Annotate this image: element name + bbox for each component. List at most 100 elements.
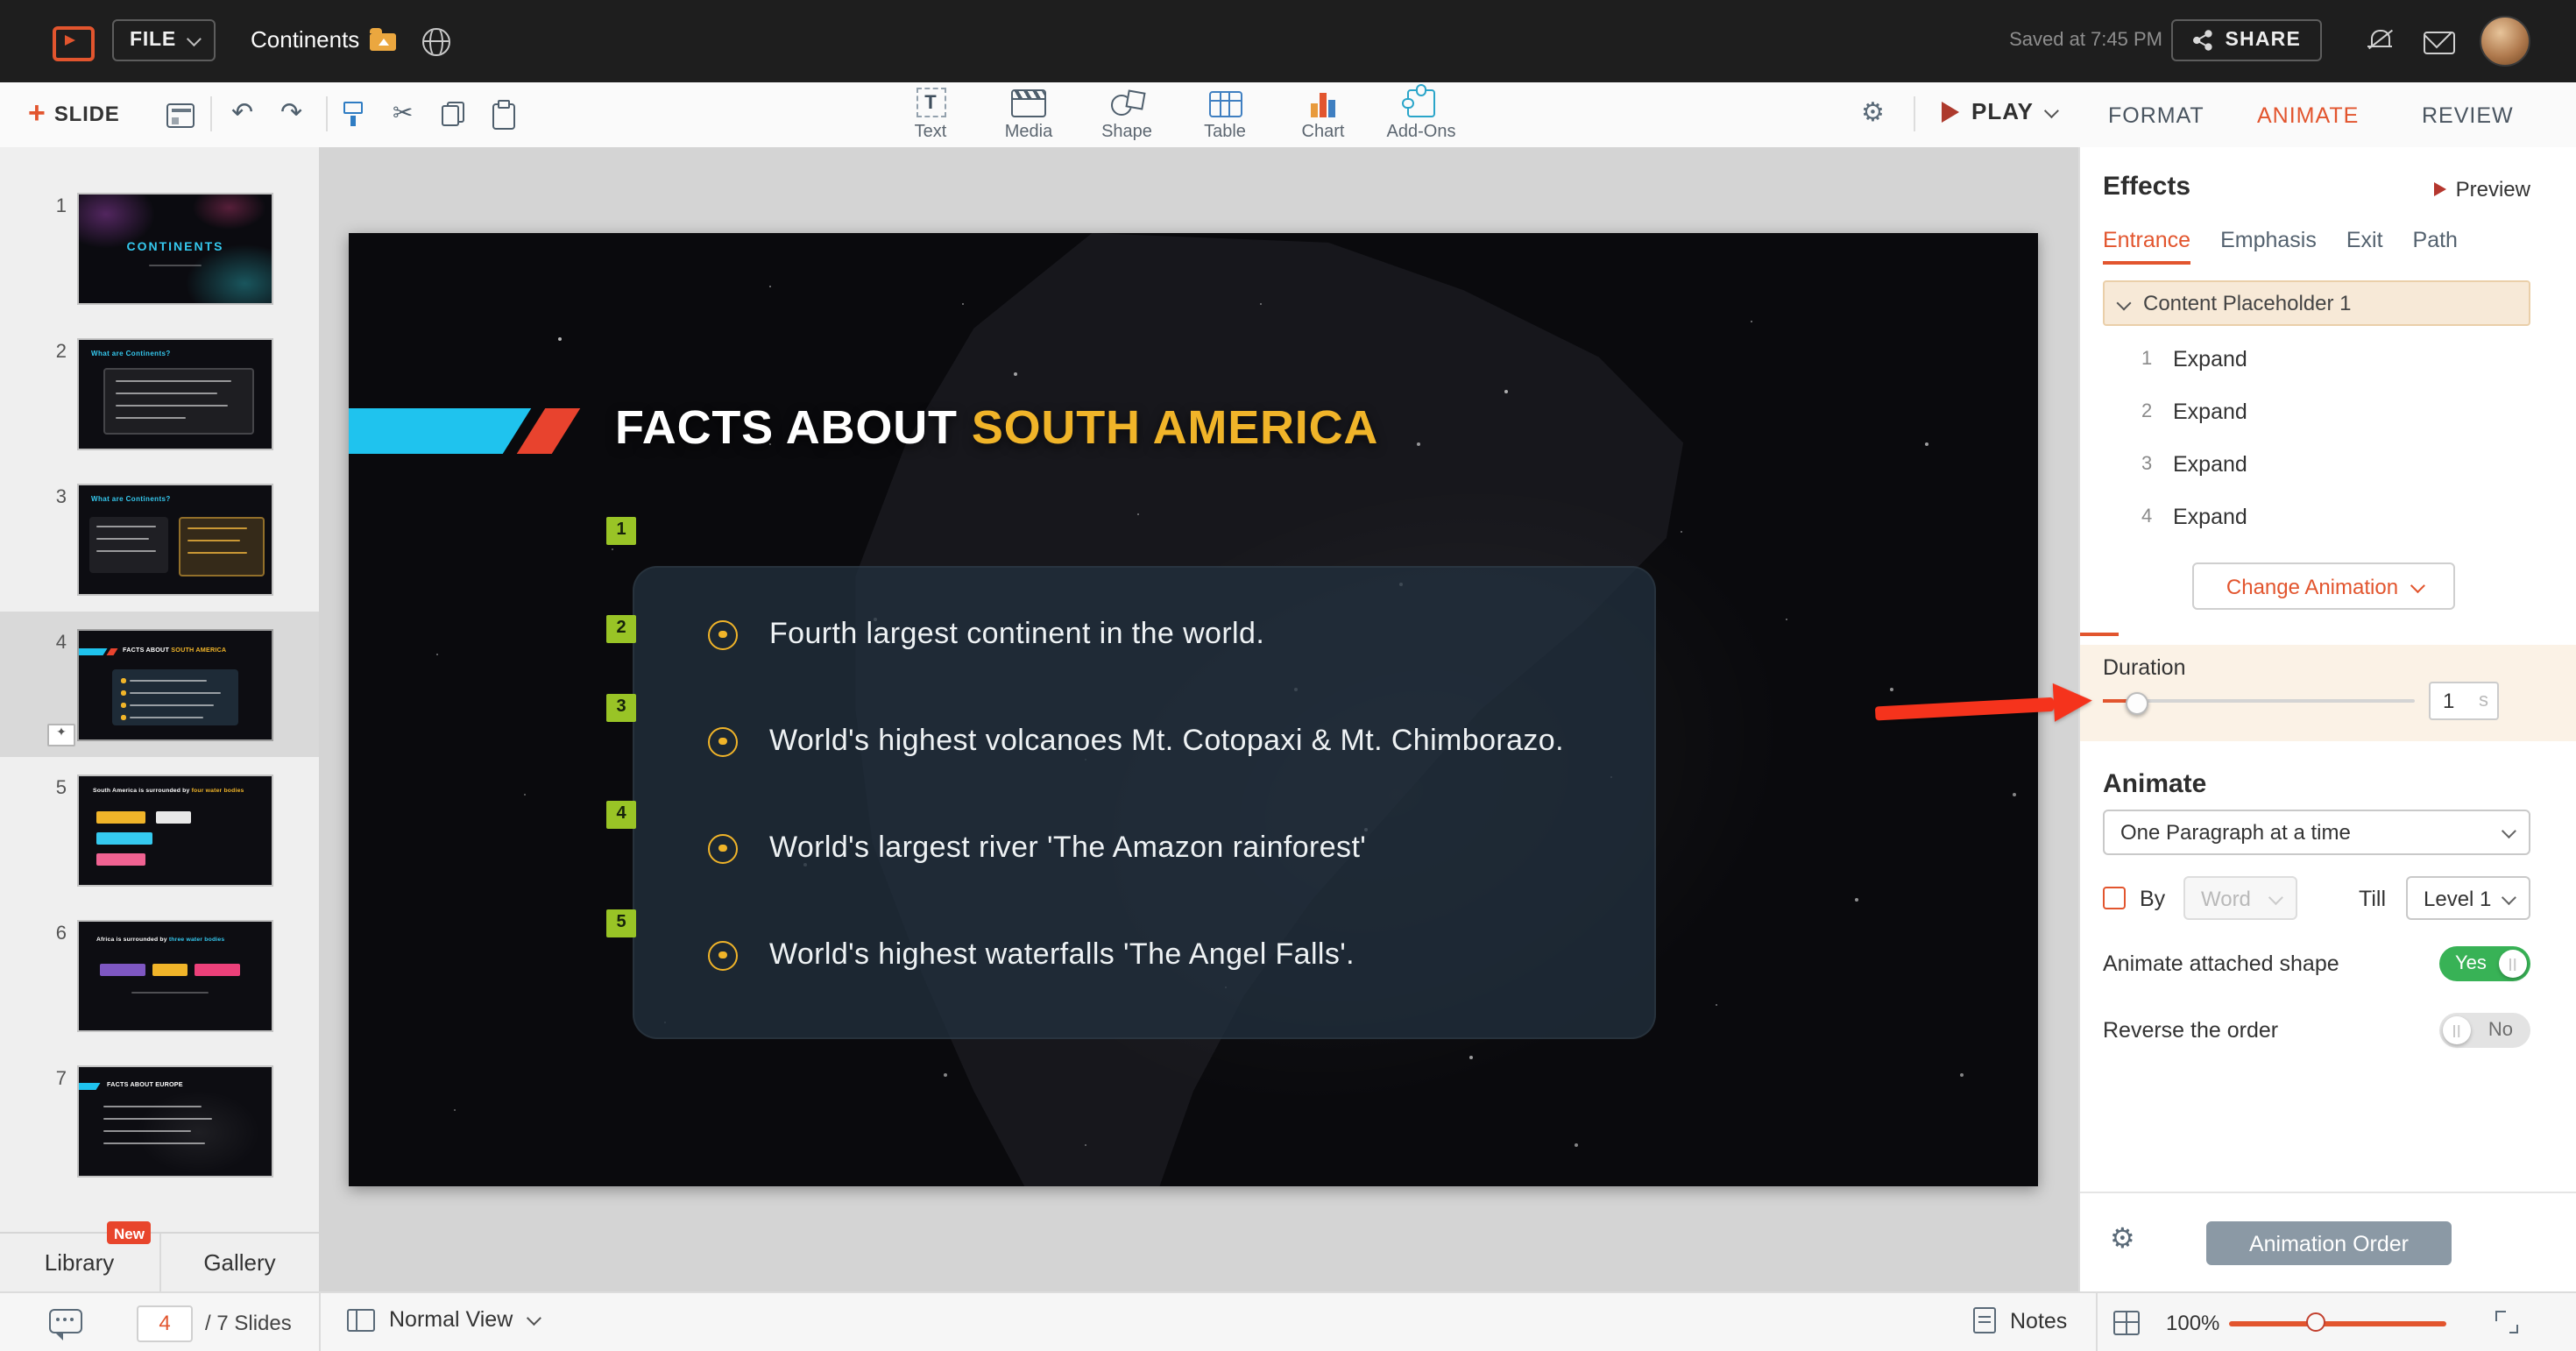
tab-animate[interactable]: ANIMATE: [2257, 103, 2359, 128]
tab-format[interactable]: FORMAT: [2108, 103, 2204, 128]
animation-name: Expand: [2173, 505, 2247, 529]
content-placeholder-group[interactable]: Content Placeholder 1: [2103, 280, 2530, 326]
paragraph-mode-select[interactable]: One Paragraph at a time: [2103, 810, 2530, 855]
slide-thumbnail[interactable]: South America is surrounded by four wate…: [77, 775, 273, 887]
redo-icon[interactable]: ↷: [280, 100, 302, 126]
share-label: SHARE: [2225, 30, 2301, 51]
bullet-item[interactable]: Fourth largest continent in the world.: [708, 613, 1264, 655]
animation-order-button[interactable]: Animation Order: [2206, 1221, 2452, 1265]
slide-thumbnail[interactable]: What are Continents?: [77, 484, 273, 596]
placeholder-label: Content Placeholder 1: [2143, 291, 2352, 315]
attached-shape-toggle[interactable]: Yes: [2439, 946, 2530, 981]
current-slide-input[interactable]: 4: [137, 1305, 193, 1342]
slide-thumbnail[interactable]: Africa is surrounded by three water bodi…: [77, 920, 273, 1032]
view-mode-select[interactable]: Normal View: [347, 1307, 541, 1332]
zoom-slider-handle[interactable]: [2306, 1312, 2325, 1332]
file-menu-button[interactable]: FILE: [112, 19, 216, 61]
notes-button[interactable]: Notes: [1973, 1307, 2067, 1333]
document-title[interactable]: Continents: [251, 26, 359, 53]
move-to-folder-icon[interactable]: [370, 28, 396, 51]
user-avatar[interactable]: [2480, 16, 2530, 67]
fit-to-screen-icon[interactable]: [2495, 1311, 2518, 1333]
effects-heading: Effects: [2103, 172, 2191, 202]
tab-path[interactable]: Path: [2413, 228, 2458, 265]
tab-exit[interactable]: Exit: [2346, 228, 2383, 265]
copy-icon[interactable]: [442, 102, 464, 126]
share-button[interactable]: SHARE: [2170, 19, 2322, 61]
slide-sorter-icon[interactable]: [2113, 1311, 2140, 1335]
new-badge: New: [107, 1221, 152, 1244]
slide-thumbnail[interactable]: FACTS ABOUT EUROPE: [77, 1065, 273, 1178]
notes-icon: [1973, 1307, 1996, 1333]
change-animation-button[interactable]: Change Animation: [2192, 562, 2455, 610]
gallery-tab[interactable]: Gallery: [159, 1234, 319, 1291]
announcements-icon[interactable]: [2367, 28, 2394, 53]
slide-thumbnail[interactable]: What are Continents?: [77, 338, 273, 450]
animation-order-badge-4[interactable]: 4: [606, 801, 636, 829]
preview-button[interactable]: Preview: [2434, 177, 2530, 202]
duration-slider-handle[interactable]: [2126, 691, 2148, 714]
animation-order-badge-1[interactable]: 1: [606, 517, 636, 545]
slide-thumbnail-row-3[interactable]: 3 What are Continents?: [0, 466, 319, 612]
undo-icon[interactable]: ↶: [231, 100, 253, 126]
animation-item-1[interactable]: 1 Expand: [2103, 333, 2530, 385]
slide-thumbnail-row-7[interactable]: 7 FACTS ABOUT EUROPE: [0, 1048, 319, 1193]
chat-feedback-icon[interactable]: [49, 1309, 82, 1340]
animation-order-badge-2[interactable]: 2: [606, 615, 636, 643]
duration-input[interactable]: 1 s: [2429, 682, 2499, 720]
till-level-select[interactable]: Level 1: [2406, 876, 2530, 920]
bullet-item[interactable]: World's largest river 'The Amazon rainfo…: [708, 827, 1366, 869]
paste-icon[interactable]: [492, 100, 515, 130]
slide-thumbnail[interactable]: FACTS ABOUT SOUTH AMERICA: [77, 629, 273, 741]
slide-thumbnail-row-6[interactable]: 6 Africa is surrounded by three water bo…: [0, 902, 319, 1048]
zoom-slider[interactable]: [2229, 1321, 2446, 1326]
reverse-order-toggle[interactable]: No: [2439, 1013, 2530, 1048]
text-icon: T: [916, 88, 945, 117]
new-slide-button[interactable]: + SLIDE: [28, 98, 120, 128]
library-tab[interactable]: Library New: [0, 1221, 159, 1291]
by-unit-select-disabled[interactable]: Word: [2183, 876, 2297, 920]
slide-thumbnail-row-1[interactable]: 1 CONTINENTS: [0, 175, 319, 321]
tab-review[interactable]: REVIEW: [2422, 103, 2514, 128]
insert-shape-button[interactable]: Shape: [1085, 88, 1169, 142]
animation-order-badge-3[interactable]: 3: [606, 694, 636, 722]
toggle-value: Yes: [2455, 952, 2487, 973]
animation-indicator-badge[interactable]: ✦: [47, 724, 75, 746]
slide-number: 5: [55, 778, 67, 799]
slide-layout-icon[interactable]: [166, 103, 195, 128]
duration-slider[interactable]: [2103, 691, 2415, 714]
chevron-down-icon: [2501, 889, 2516, 905]
insert-media-button[interactable]: Media: [987, 88, 1071, 142]
app-logo-icon[interactable]: [53, 26, 95, 61]
slide-editor[interactable]: FACTS ABOUT SOUTH AMERICA 1 2 3 4 5 Fourt…: [349, 233, 2038, 1186]
bullet-target-icon: [708, 940, 738, 970]
tab-entrance[interactable]: Entrance: [2103, 228, 2191, 265]
slide-title[interactable]: FACTS ABOUT SOUTH AMERICA: [615, 401, 1378, 456]
feedback-icon[interactable]: [2424, 32, 2455, 54]
animation-order-badge-5[interactable]: 5: [606, 909, 636, 937]
top-bar: FILE Continents Saved at 7:45 PM SHARE: [0, 0, 2576, 82]
slide-thumbnail-row-5[interactable]: 5 South America is surrounded by four wa…: [0, 757, 319, 902]
slide-thumbnail-row-4-selected[interactable]: 4 FACTS ABOUT SOUTH AMERICA ✦: [0, 612, 319, 757]
bullet-item[interactable]: World's highest volcanoes Mt. Cotopaxi &…: [708, 720, 1564, 762]
animation-item-4[interactable]: 4 Expand: [2103, 491, 2530, 543]
media-icon: [1011, 89, 1046, 117]
settings-gear-icon[interactable]: ⚙: [1861, 96, 1885, 128]
play-button[interactable]: PLAY: [1942, 98, 2060, 124]
slide-thumbnail[interactable]: CONTINENTS: [77, 193, 273, 305]
by-checkbox[interactable]: [2103, 887, 2126, 909]
bullet-item[interactable]: World's highest waterfalls 'The Angel Fa…: [708, 934, 1355, 976]
publish-globe-icon[interactable]: [422, 28, 450, 56]
cut-icon[interactable]: ✂: [393, 99, 413, 126]
slide-thumbnail-row-2[interactable]: 2 What are Continents?: [0, 321, 319, 466]
insert-table-button[interactable]: Table: [1183, 88, 1267, 142]
insert-text-button[interactable]: T Text: [888, 88, 973, 142]
animation-item-3[interactable]: 3 Expand: [2103, 438, 2530, 491]
insert-chart-button[interactable]: Chart: [1281, 88, 1365, 142]
animation-name: Expand: [2173, 452, 2247, 477]
format-painter-icon[interactable]: [343, 102, 364, 126]
animation-settings-gear-icon[interactable]: ⚙: [2110, 1221, 2135, 1256]
animation-item-2[interactable]: 2 Expand: [2103, 385, 2530, 438]
tab-emphasis[interactable]: Emphasis: [2220, 228, 2317, 265]
insert-addons-button[interactable]: Add-Ons: [1379, 84, 1463, 142]
